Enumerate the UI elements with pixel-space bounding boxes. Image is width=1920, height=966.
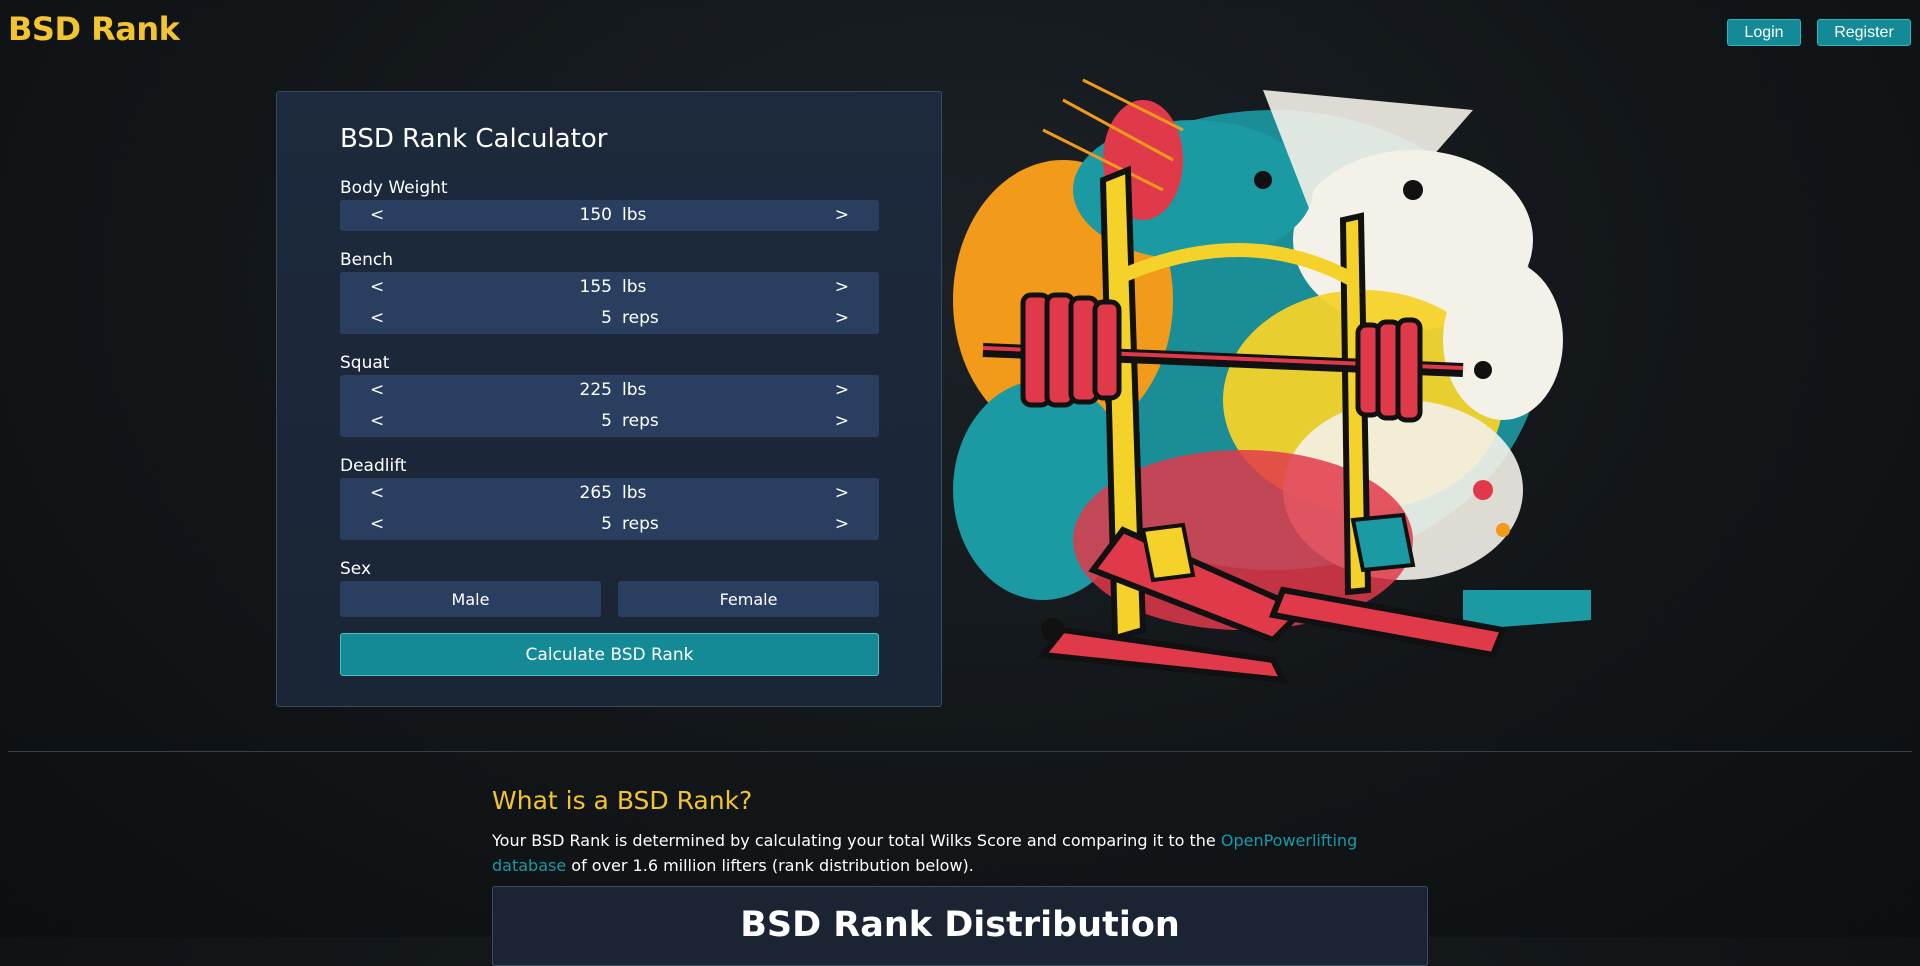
deadlift-weight-row: < 265 lbs > bbox=[340, 478, 879, 509]
info-title: What is a BSD Rank? bbox=[492, 786, 753, 815]
body-weight-row: < 150 lbs > bbox=[340, 200, 879, 231]
bench-reps-decrement[interactable]: < bbox=[370, 308, 384, 328]
deadlift-reps-increment[interactable]: > bbox=[835, 514, 849, 534]
deadlift-label: Deadlift bbox=[340, 456, 407, 476]
body-weight-label: Body Weight bbox=[340, 178, 448, 198]
deadlift-reps-value: 5 bbox=[601, 514, 612, 534]
auth-buttons: Login Register bbox=[1727, 19, 1911, 46]
body-weight-stepper: < 150 lbs > bbox=[340, 200, 879, 231]
info-text: Your BSD Rank is determined by calculati… bbox=[492, 828, 1392, 878]
squat-reps-value: 5 bbox=[601, 411, 612, 431]
rank-distribution-panel: BSD Rank Distribution bbox=[492, 886, 1428, 966]
deadlift-reps-unit: reps bbox=[622, 514, 659, 534]
info-text-after: of over 1.6 million lifters (rank distri… bbox=[566, 856, 974, 875]
squat-stepper: < 225 lbs > < 5 reps > bbox=[340, 375, 879, 437]
body-weight-value: 150 bbox=[579, 205, 612, 225]
squat-rack-illustration bbox=[953, 78, 1591, 684]
body-weight-unit: lbs bbox=[622, 205, 647, 225]
register-button[interactable]: Register bbox=[1817, 19, 1911, 46]
squat-reps-increment[interactable]: > bbox=[835, 411, 849, 431]
rank-distribution-title: BSD Rank Distribution bbox=[740, 905, 1180, 945]
squat-weight-increment[interactable]: > bbox=[835, 380, 849, 400]
calculator-card: BSD Rank Calculator Body Weight < 150 lb… bbox=[276, 91, 942, 707]
deadlift-reps-row: < 5 reps > bbox=[340, 509, 879, 540]
bench-weight-unit: lbs bbox=[622, 277, 647, 297]
bench-weight-row: < 155 lbs > bbox=[340, 272, 879, 303]
login-button[interactable]: Login bbox=[1727, 19, 1801, 46]
bench-reps-value: 5 bbox=[601, 308, 612, 328]
squat-reps-decrement[interactable]: < bbox=[370, 411, 384, 431]
calculator-title: BSD Rank Calculator bbox=[340, 124, 608, 154]
bench-weight-decrement[interactable]: < bbox=[370, 277, 384, 297]
deadlift-stepper: < 265 lbs > < 5 reps > bbox=[340, 478, 879, 540]
bench-reps-increment[interactable]: > bbox=[835, 308, 849, 328]
section-divider bbox=[8, 751, 1912, 752]
info-text-before: Your BSD Rank is determined by calculati… bbox=[492, 831, 1221, 850]
deadlift-weight-decrement[interactable]: < bbox=[370, 483, 384, 503]
calculate-button[interactable]: Calculate BSD Rank bbox=[340, 633, 879, 676]
body-weight-increment[interactable]: > bbox=[835, 205, 849, 225]
sex-male-button[interactable]: Male bbox=[340, 581, 601, 617]
sex-label: Sex bbox=[340, 559, 372, 579]
bench-reps-unit: reps bbox=[622, 308, 659, 328]
squat-weight-value: 225 bbox=[579, 380, 612, 400]
squat-weight-unit: lbs bbox=[622, 380, 647, 400]
body-weight-decrement[interactable]: < bbox=[370, 205, 384, 225]
bench-weight-value: 155 bbox=[579, 277, 612, 297]
bench-weight-increment[interactable]: > bbox=[835, 277, 849, 297]
bench-label: Bench bbox=[340, 250, 394, 270]
sex-female-button[interactable]: Female bbox=[618, 581, 879, 617]
deadlift-reps-decrement[interactable]: < bbox=[370, 514, 384, 534]
squat-weight-row: < 225 lbs > bbox=[340, 375, 879, 406]
squat-weight-decrement[interactable]: < bbox=[370, 380, 384, 400]
deadlift-weight-increment[interactable]: > bbox=[835, 483, 849, 503]
squat-reps-unit: reps bbox=[622, 411, 659, 431]
deadlift-weight-value: 265 bbox=[579, 483, 612, 503]
squat-reps-row: < 5 reps > bbox=[340, 406, 879, 437]
brand-logo[interactable]: BSD Rank bbox=[8, 10, 180, 48]
bench-reps-row: < 5 reps > bbox=[340, 303, 879, 334]
squat-label: Squat bbox=[340, 353, 390, 373]
deadlift-weight-unit: lbs bbox=[622, 483, 647, 503]
bench-stepper: < 155 lbs > < 5 reps > bbox=[340, 272, 879, 334]
